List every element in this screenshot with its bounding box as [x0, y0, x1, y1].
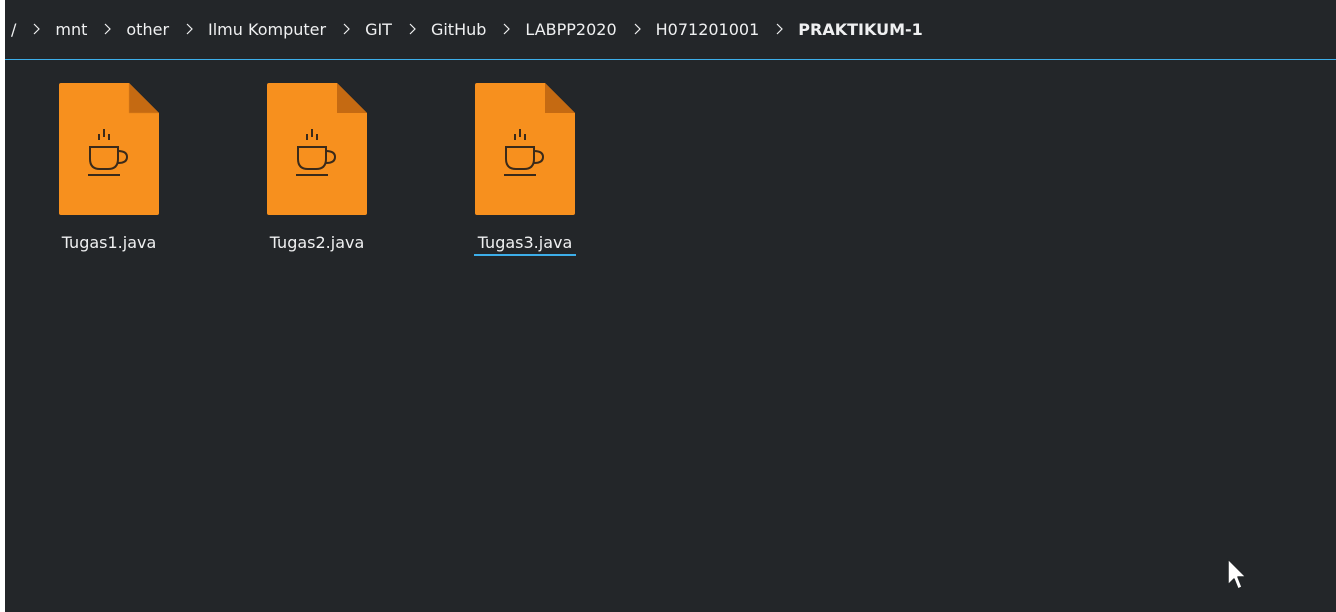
file-item-tugas1[interactable]: Tugas1.java [34, 83, 184, 273]
chevron-right-icon[interactable] [31, 23, 43, 35]
breadcrumb-item-github[interactable]: GitHub [430, 20, 487, 39]
chevron-right-icon[interactable] [184, 23, 196, 35]
java-file-icon [475, 83, 575, 215]
window-edge [0, 0, 5, 612]
chevron-right-icon[interactable] [407, 23, 419, 35]
file-item-tugas3[interactable]: Tugas3.java [450, 83, 600, 273]
mouse-pointer-icon [1227, 558, 1247, 590]
breadcrumb-current[interactable]: PRAKTIKUM-1 [797, 20, 924, 39]
chevron-right-icon[interactable] [501, 23, 513, 35]
breadcrumb: / mnt other Ilmu Komputer GIT GitHub LAB… [10, 0, 924, 58]
chevron-right-icon[interactable] [774, 23, 786, 35]
breadcrumb-item-git[interactable]: GIT [364, 20, 393, 39]
breadcrumb-item-labpp2020[interactable]: LABPP2020 [524, 20, 617, 39]
file-name-label: Tugas1.java [61, 233, 157, 252]
chevron-right-icon[interactable] [341, 23, 353, 35]
chevron-right-icon[interactable] [102, 23, 114, 35]
breadcrumb-item-ilmu-komputer[interactable]: Ilmu Komputer [207, 20, 327, 39]
file-name-label: Tugas2.java [269, 233, 365, 252]
breadcrumb-bar: / mnt other Ilmu Komputer GIT GitHub LAB… [0, 0, 1336, 60]
breadcrumb-item-h071201001[interactable]: H071201001 [655, 20, 761, 39]
file-manager-window: / mnt other Ilmu Komputer GIT GitHub LAB… [0, 0, 1336, 612]
breadcrumb-item-other[interactable]: other [125, 20, 170, 39]
breadcrumb-root[interactable]: / [10, 20, 17, 39]
java-file-icon [267, 83, 367, 215]
file-name-label: Tugas3.java [450, 233, 600, 256]
file-grid: Tugas1.java Tugas2.java Tugas3.java [0, 61, 1336, 612]
file-item-tugas2[interactable]: Tugas2.java [242, 83, 392, 273]
chevron-right-icon[interactable] [632, 23, 644, 35]
breadcrumb-item-mnt[interactable]: mnt [54, 20, 88, 39]
java-file-icon [59, 83, 159, 215]
